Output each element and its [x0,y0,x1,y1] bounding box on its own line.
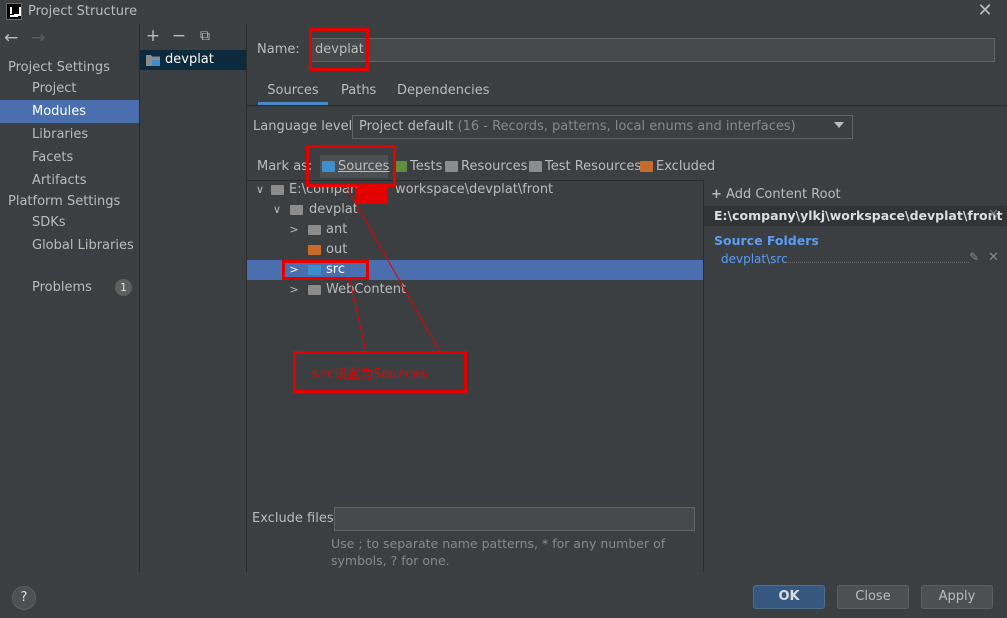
intellij-logo-icon [6,3,22,20]
module-folder-icon [146,55,160,66]
tab-paths[interactable]: Paths [341,83,376,105]
chevron-right-icon[interactable]: > [288,220,300,240]
mark-as-label: Mark as: [257,159,313,174]
sidebar-item-modules[interactable]: Modules [0,100,139,123]
sidebar-item-project[interactable]: Project [0,77,139,100]
folder-icon [271,185,284,195]
content-root-path: E:\company\ylkj\workspace\devplat\front [714,208,1003,223]
excluded-folder-icon [308,245,321,255]
platform-settings-heading: Platform Settings [8,194,121,209]
sidebar-item-artifacts[interactable]: Artifacts [0,169,139,192]
sidebar-item-libraries[interactable]: Libraries [0,123,139,146]
mark-test-resources-button[interactable]: Test Resources [527,155,641,178]
tabs-divider [247,105,1007,106]
problems-count-badge: 1 [115,279,132,296]
add-content-root-button[interactable]: + Add Content Root [711,187,841,202]
annotation-sources-box [306,145,396,187]
module-name-input[interactable]: devplat [309,38,995,62]
tree-row-webcontent[interactable]: > WebContent [247,280,703,300]
add-content-root-label: Add Content Root [726,187,841,202]
chevron-down-icon[interactable] [834,122,844,128]
edit-pencil-icon[interactable]: ✎ [969,250,979,264]
language-level-hint: (16 - Records, patterns, local enums and… [457,119,796,134]
annotation-text: src设置为Sources [311,367,429,382]
excluded-folder-icon [640,161,653,172]
apply-button[interactable]: Apply [921,585,993,609]
remove-content-root-icon[interactable]: ✕ [988,207,999,222]
language-level-label: Language level: [253,119,357,134]
tree-label-ant: ant [326,222,348,237]
source-folder-leader [786,262,969,263]
add-icon: + [711,187,722,202]
sidebar-item-facets[interactable]: Facets [0,146,139,169]
mark-tests-label: Tests [410,159,443,174]
chevron-down-icon[interactable]: ∨ [254,180,266,200]
tree-row-out[interactable]: out [247,240,703,260]
ok-button[interactable]: OK [753,585,825,609]
mark-resources-label: Resources [461,159,528,174]
exclude-files-input[interactable] [334,507,695,531]
mark-tests-button[interactable]: Tests [392,155,442,178]
window-title: Project Structure [28,4,138,19]
mark-test-resources-label: Test Resources [545,159,642,174]
module-list-panel [140,24,246,572]
tree-row-devplat[interactable]: ∨ devplat [247,200,703,220]
tree-label-out: out [326,242,348,257]
sidebar-item-sdks[interactable]: SDKs [0,211,139,234]
remove-module-button[interactable]: − [171,28,187,45]
tree-row-ant[interactable]: > ant [247,220,703,240]
folder-icon [308,285,321,295]
resources-folder-icon [445,161,458,172]
forward-arrow-icon[interactable]: → [31,28,45,48]
close-button[interactable]: Close [837,585,909,609]
annotation-src-box [282,260,369,280]
mark-excluded-button[interactable]: Excluded [638,155,715,178]
annotation-redaction [356,186,388,204]
chevron-down-icon[interactable]: ∨ [271,200,283,220]
help-button[interactable]: ? [12,586,36,610]
folder-icon [308,225,321,235]
sidebar-item-global-libraries[interactable]: Global Libraries [0,234,139,257]
add-module-button[interactable]: + [145,28,161,45]
title-bar [0,0,1007,24]
language-level-value: Project default [359,119,454,134]
tree-label-devplat: devplat [309,202,358,217]
mark-excluded-label: Excluded [656,159,716,174]
folder-icon [290,205,303,215]
source-folder-path: devplat\src [721,252,788,266]
exclude-files-label: Exclude files: [252,511,339,526]
name-label: Name: [257,42,300,57]
source-folders-heading: Source Folders [714,233,819,248]
tree-root-label-end: workspace\devplat\front [395,182,554,197]
close-icon[interactable]: ✕ [976,1,994,21]
test-resources-folder-icon [529,161,542,172]
mark-resources-button[interactable]: Resources [443,155,527,178]
copy-module-button[interactable]: ⧉ [197,28,213,44]
project-settings-heading: Project Settings [8,60,110,75]
tree-label-webcontent: WebContent [326,282,407,297]
exclude-files-hint: Use ; to separate name patterns, * for a… [331,536,666,568]
language-level-select[interactable]: Project default (16 - Records, patterns,… [352,115,853,139]
remove-source-folder-icon[interactable]: ✕ [988,250,999,265]
back-arrow-icon[interactable]: ← [4,28,18,48]
chevron-right-icon[interactable]: > [288,280,300,300]
annotation-name-box [309,28,369,71]
tab-dependencies[interactable]: Dependencies [397,83,490,105]
